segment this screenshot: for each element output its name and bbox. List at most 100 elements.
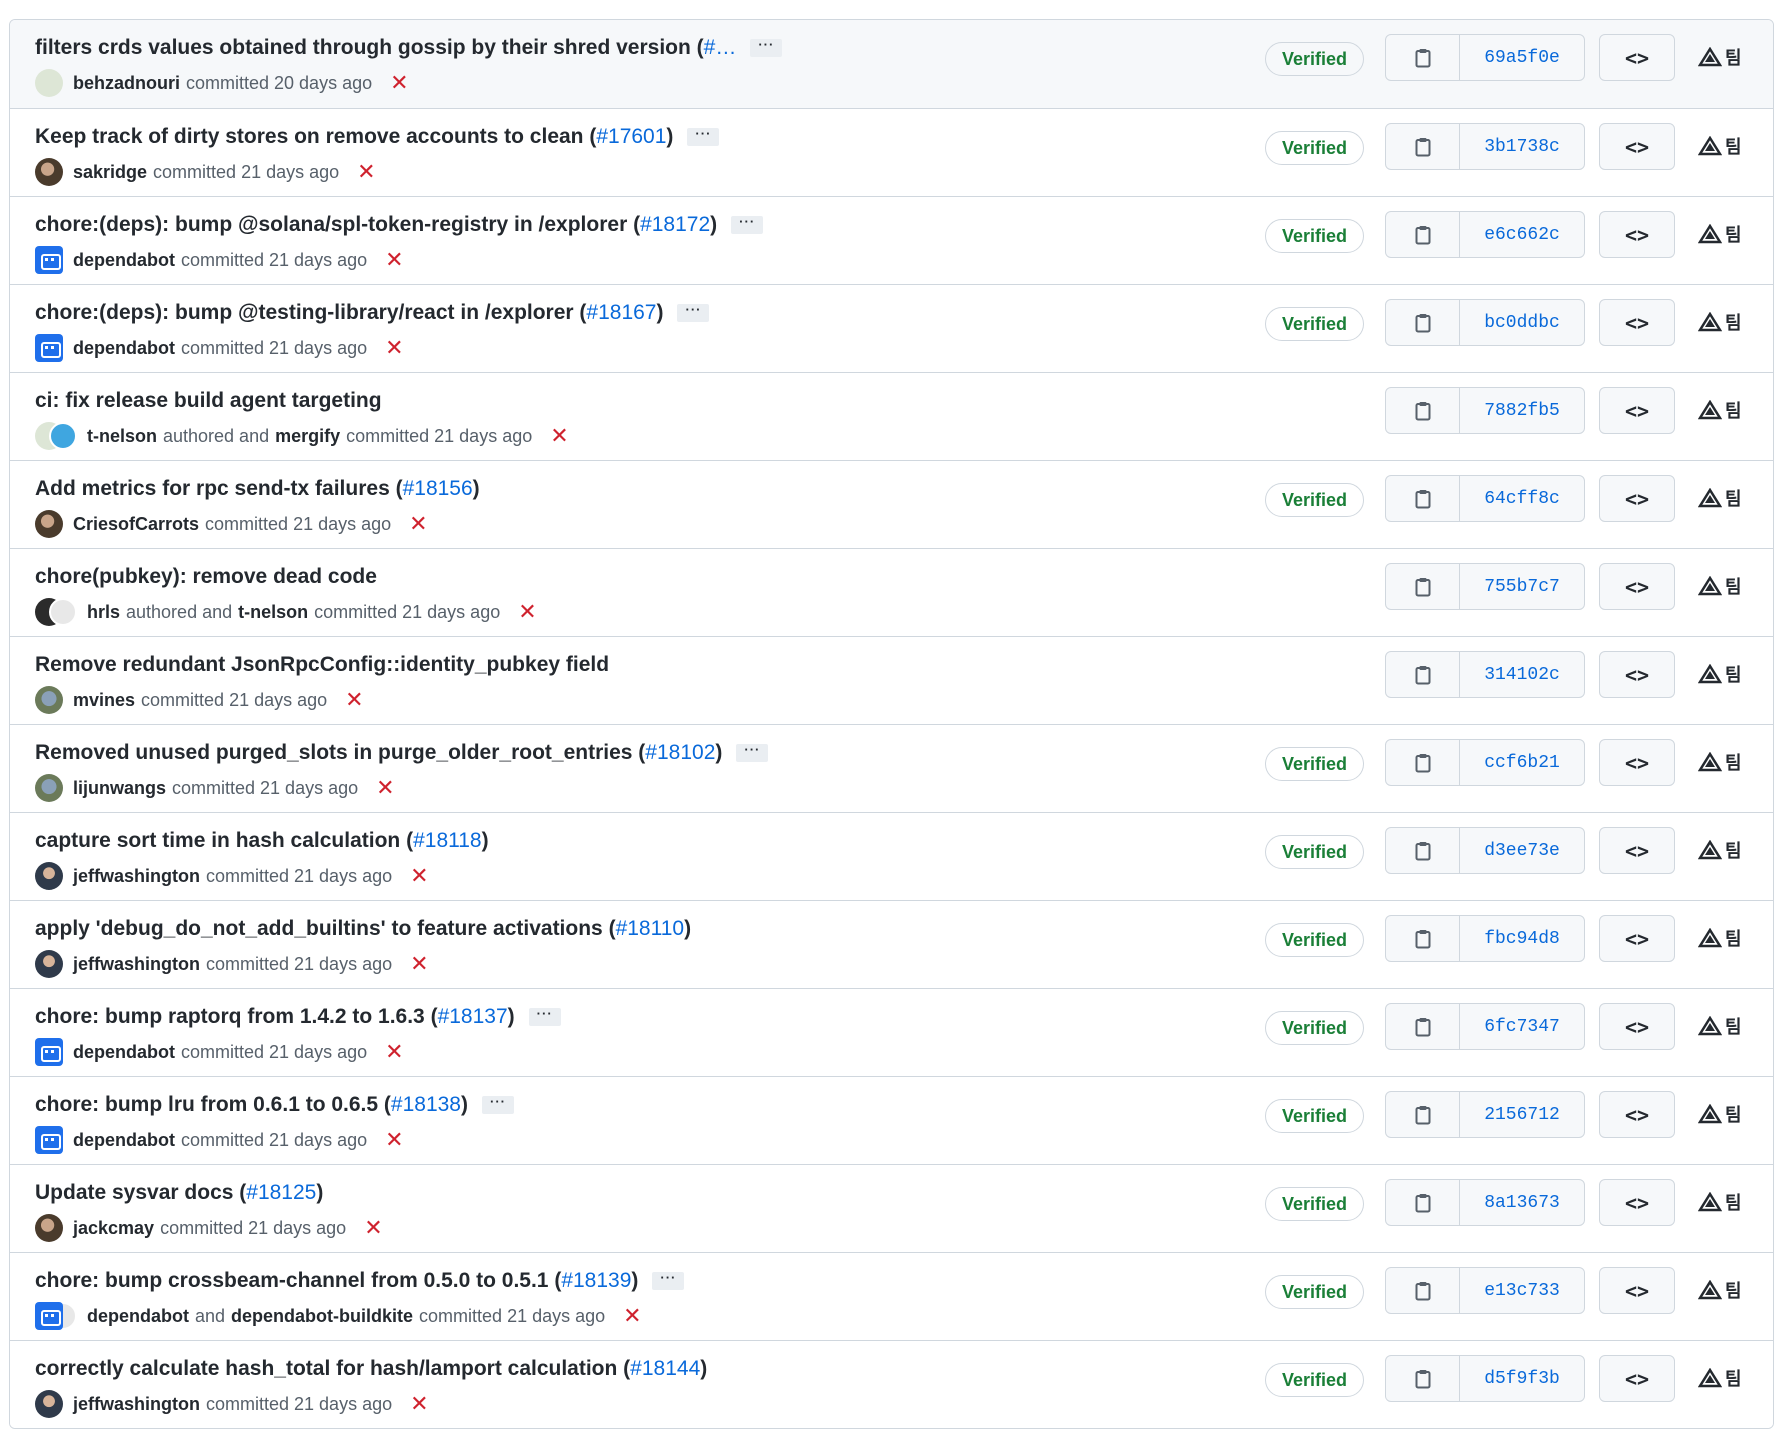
triangle-icon[interactable]: 팀 [1698, 1275, 1748, 1305]
expand-message-button[interactable]: ··· [731, 215, 764, 234]
verified-badge[interactable]: Verified [1265, 42, 1364, 76]
expand-message-button[interactable]: ··· [687, 127, 720, 146]
triangle-icon[interactable]: 팀 [1698, 131, 1748, 161]
commit-message[interactable]: chore: bump raptorq from 1.4.2 to 1.6.3 … [35, 1005, 438, 1029]
browse-code-button[interactable]: <> [1599, 387, 1675, 434]
author-link[interactable]: jeffwashington [73, 866, 200, 887]
pr-link[interactable]: #18167 [586, 301, 656, 325]
commit-sha-link[interactable]: 3b1738c [1460, 124, 1584, 169]
commit-sha-link[interactable]: d3ee73e [1460, 828, 1584, 873]
copy-sha-button[interactable] [1386, 652, 1460, 697]
browse-code-button[interactable]: <> [1599, 1091, 1675, 1138]
commit-message[interactable]: apply 'debug_do_not_add_builtins' to fea… [35, 917, 616, 941]
committer-link[interactable]: t-nelson [238, 602, 308, 623]
avatar[interactable] [49, 422, 77, 450]
triangle-icon[interactable]: 팀 [1698, 747, 1748, 777]
browse-code-button[interactable]: <> [1599, 123, 1675, 170]
commit-message[interactable]: Removed unused purged_slots in purge_old… [35, 741, 645, 765]
avatar[interactable] [35, 1390, 63, 1418]
browse-code-button[interactable]: <> [1599, 915, 1675, 962]
commit-message[interactable]: correctly calculate hash_total for hash/… [35, 1357, 630, 1381]
copy-sha-button[interactable] [1386, 1180, 1460, 1225]
triangle-icon[interactable]: 팀 [1698, 1011, 1748, 1041]
browse-code-button[interactable]: <> [1599, 34, 1675, 81]
avatar[interactable] [35, 246, 63, 274]
commit-sha-link[interactable]: 2156712 [1460, 1092, 1584, 1137]
author-link[interactable]: t-nelson [87, 426, 157, 447]
triangle-icon[interactable]: 팀 [1698, 835, 1748, 865]
author-link[interactable]: jeffwashington [73, 954, 200, 975]
x-icon[interactable]: ✕ [409, 513, 427, 535]
commit-sha-link[interactable]: 755b7c7 [1460, 564, 1584, 609]
commit-title[interactable]: chore: bump crossbeam-channel from 0.5.0… [35, 1267, 685, 1295]
x-icon[interactable]: ✕ [364, 1217, 382, 1239]
verified-badge[interactable]: Verified [1265, 1099, 1364, 1133]
avatar[interactable] [35, 1214, 63, 1242]
x-icon[interactable]: ✕ [410, 1393, 428, 1415]
copy-sha-button[interactable] [1386, 476, 1460, 521]
commit-sha-link[interactable]: 6fc7347 [1460, 1004, 1584, 1049]
author-link[interactable]: dependabot [73, 1042, 175, 1063]
commit-sha-link[interactable]: 314102c [1460, 652, 1584, 697]
pr-link[interactable]: #18172 [640, 213, 710, 237]
browse-code-button[interactable]: <> [1599, 827, 1675, 874]
verified-badge[interactable]: Verified [1265, 923, 1364, 957]
copy-sha-button[interactable] [1386, 35, 1460, 80]
x-icon[interactable]: ✕ [385, 1041, 403, 1063]
avatar[interactable] [35, 1302, 63, 1330]
avatar[interactable] [35, 1126, 63, 1154]
x-icon[interactable]: ✕ [385, 249, 403, 271]
commit-message[interactable]: chore:(deps): bump @solana/spl-token-reg… [35, 213, 640, 237]
verified-badge[interactable]: Verified [1265, 131, 1364, 165]
browse-code-button[interactable]: <> [1599, 475, 1675, 522]
commit-title[interactable]: chore:(deps): bump @solana/spl-token-reg… [35, 211, 764, 239]
commit-sha-link[interactable]: e6c662c [1460, 212, 1584, 257]
x-icon[interactable]: ✕ [357, 161, 375, 183]
expand-message-button[interactable]: ··· [677, 303, 710, 322]
commit-title[interactable]: chore(pubkey): remove dead code [35, 563, 377, 591]
commit-title[interactable]: capture sort time in hash calculation (#… [35, 827, 489, 855]
commit-title[interactable]: apply 'debug_do_not_add_builtins' to fea… [35, 915, 691, 943]
commit-sha-link[interactable]: 8a13673 [1460, 1180, 1584, 1225]
expand-message-button[interactable]: ··· [481, 1095, 514, 1114]
author-link[interactable]: mvines [73, 690, 135, 711]
verified-badge[interactable]: Verified [1265, 1275, 1364, 1309]
verified-badge[interactable]: Verified [1265, 307, 1364, 341]
pr-link[interactable]: #18137 [438, 1005, 508, 1029]
triangle-icon[interactable]: 팀 [1698, 571, 1748, 601]
pr-link[interactable]: #18139 [561, 1269, 631, 1293]
copy-sha-button[interactable] [1386, 564, 1460, 609]
verified-badge[interactable]: Verified [1265, 1363, 1364, 1397]
pr-link[interactable]: #18156 [403, 477, 473, 501]
commit-title[interactable]: Remove redundant JsonRpcConfig::identity… [35, 651, 609, 679]
copy-sha-button[interactable] [1386, 916, 1460, 961]
avatar[interactable] [35, 158, 63, 186]
browse-code-button[interactable]: <> [1599, 1355, 1675, 1402]
verified-badge[interactable]: Verified [1265, 1011, 1364, 1045]
avatar[interactable] [35, 334, 63, 362]
x-icon[interactable]: ✕ [623, 1305, 641, 1327]
commit-message[interactable]: chore:(deps): bump @testing-library/reac… [35, 301, 586, 325]
triangle-icon[interactable]: 팀 [1698, 42, 1748, 72]
commit-title[interactable]: Update sysvar docs (#18125) [35, 1179, 323, 1207]
triangle-icon[interactable]: 팀 [1698, 483, 1748, 513]
avatar[interactable] [35, 862, 63, 890]
commit-title[interactable]: Add metrics for rpc send-tx failures (#1… [35, 475, 480, 503]
verified-badge[interactable]: Verified [1265, 747, 1364, 781]
commit-sha-link[interactable]: ccf6b21 [1460, 740, 1584, 785]
pr-link[interactable]: #18118 [413, 829, 482, 853]
avatar[interactable] [35, 774, 63, 802]
expand-message-button[interactable]: ··· [652, 1271, 685, 1290]
commit-sha-link[interactable]: 69a5f0e [1460, 35, 1584, 80]
expand-message-button[interactable]: ··· [528, 1007, 561, 1026]
x-icon[interactable]: ✕ [410, 953, 428, 975]
pr-link[interactable]: #17601 [596, 125, 666, 149]
commit-sha-link[interactable]: d5f9f3b [1460, 1356, 1584, 1401]
commit-sha-link[interactable]: 7882fb5 [1460, 388, 1584, 433]
commit-message[interactable]: Keep track of dirty stores on remove acc… [35, 125, 596, 149]
verified-badge[interactable]: Verified [1265, 835, 1364, 869]
copy-sha-button[interactable] [1386, 828, 1460, 873]
triangle-icon[interactable]: 팀 [1698, 219, 1748, 249]
expand-message-button[interactable]: ··· [736, 743, 769, 762]
browse-code-button[interactable]: <> [1599, 739, 1675, 786]
